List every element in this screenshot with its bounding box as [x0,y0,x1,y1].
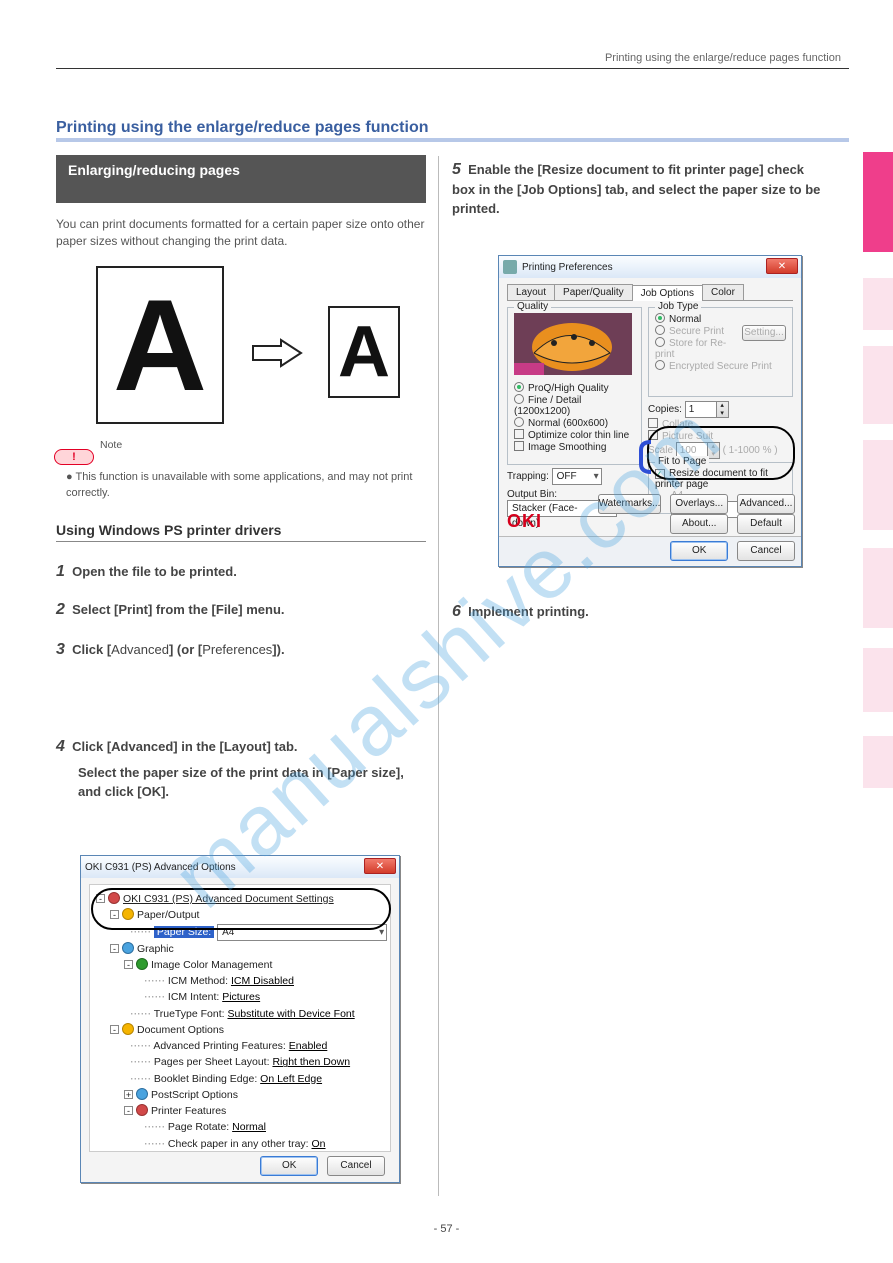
note-label: Note [100,438,122,453]
section-title: Enlarging/reducing pages [56,155,426,203]
quality-radio-normal[interactable]: Normal (600x600) [514,417,635,429]
tree-ppsl[interactable]: Pages per Sheet Layout: Right then Down [130,1054,384,1070]
header-rule [56,68,849,69]
trapping-row: Trapping: OFF [507,468,642,485]
optimize-thin-line-check[interactable]: Optimize color thin line [514,429,635,441]
tab-layout[interactable]: Layout [507,284,555,300]
cancel-button[interactable]: Cancel [737,541,795,561]
sidebar-tab[interactable] [863,736,893,788]
big-a-box: A [96,266,224,424]
rule [56,541,426,542]
jobtype-encrypted[interactable]: Encrypted Secure Print [655,360,786,372]
callout-bracket-icon [639,440,655,474]
watermarks-button[interactable]: Watermarks... [598,494,662,514]
sidebar-tab[interactable] [863,648,893,712]
sidebar-tab[interactable] [863,346,893,424]
small-a-box: A [328,306,400,398]
tree-icm-method[interactable]: ICM Method: ICM Disabled [144,973,384,989]
trapping-select[interactable]: OFF [552,468,602,485]
jobtype-label: Job Type [655,301,701,312]
tree-apf[interactable]: Advanced Printing Features: Enabled [130,1038,384,1054]
step-3: 3 Click [Advanced] (or [Preferences]). [56,638,426,661]
ok-button[interactable]: OK [670,541,728,561]
copies-row: Copies: 1▴▾ [648,401,793,418]
column-divider [438,156,439,1196]
tree-pr[interactable]: Page Rotate: Normal [144,1119,384,1135]
tree-graphic[interactable]: -Graphic [110,941,384,957]
dialog-titlebar: Printing Preferences ✕ [499,256,801,278]
step-5: 5 Enable the [Resize document to fit pri… [452,158,822,219]
setting-button[interactable]: Setting... [742,325,786,341]
tab-paper-quality[interactable]: Paper/Quality [554,284,633,300]
advanced-button[interactable]: Advanced... [737,494,795,514]
about-button[interactable]: About... [670,514,728,534]
tree-paper-output[interactable]: -Paper/Output [110,907,384,923]
collate-check[interactable]: Collate [648,418,793,430]
note-badge: ! [54,449,94,465]
page-number: - 57 - [0,1223,893,1235]
picturesuit-check[interactable]: Picture Suit [648,430,793,442]
tree-ttf[interactable]: TrueType Font: Substitute with Device Fo… [130,1006,384,1022]
overlays-button[interactable]: Overlays... [670,494,728,514]
sidebar-tab-2-selected[interactable]: Convenient print functions [863,152,893,252]
tree-bbe[interactable]: Booklet Binding Edge: On Left Edge [130,1071,384,1087]
tree-cpot[interactable]: Check paper in any other tray: On [144,1136,384,1152]
page-heading: Printing using the enlarge/reduce pages … [56,116,429,139]
tab-color[interactable]: Color [702,284,744,300]
tree-icm-intent[interactable]: ICM Intent: Pictures [144,989,384,1005]
sidebar-tab[interactable] [863,548,893,628]
copies-stepper[interactable]: ▴▾ [716,401,729,418]
tree-icm[interactable]: -Image Color Management [124,957,384,973]
close-button[interactable]: ✕ [766,258,798,274]
resize-check[interactable]: Resize document to fit printer page [655,468,786,490]
intro-text: You can print documents formatted for a … [56,216,426,251]
close-button[interactable]: ✕ [364,858,396,874]
tree-doc-opts[interactable]: -Document Options [110,1022,384,1038]
quality-radio-fine[interactable]: Fine / Detail (1200x1200) [514,394,635,417]
step-4: 4 Click [Advanced] in the [Layout] tab. … [56,735,426,802]
printer-icon [503,260,517,274]
step-6: 6 Implement printing. [452,600,822,623]
oki-logo: OKI [507,511,542,532]
warning-icon: ! [72,451,76,463]
dialog-title: Printing Preferences [522,262,613,273]
quality-label: Quality [514,301,551,312]
heading-divider [56,138,849,142]
step-1: 1 Open the file to be printed. [56,560,426,583]
cancel-button[interactable]: Cancel [327,1156,385,1176]
jobtype-normal[interactable]: Normal [655,313,786,325]
tree-paper-size[interactable]: Paper Size: A4 [130,924,384,941]
arrow-right-icon [251,338,305,368]
note-text: ● This function is unavailable with some… [66,470,424,502]
printing-preferences-dialog: Printing Preferences ✕ Layout Paper/Qual… [498,255,802,567]
fit-label: Fit to Page [655,456,709,467]
advanced-options-dialog: OKI C931 (PS) Advanced Options ✕ -OKI C9… [80,855,400,1183]
dialog-title: OKI C931 (PS) Advanced Options [85,862,236,873]
image-smoothing-check[interactable]: Image Smoothing [514,441,635,453]
scale-illustration: A A [96,266,396,426]
tree-ps-opts[interactable]: +PostScript Options [124,1087,384,1103]
ok-button[interactable]: OK [260,1156,318,1176]
header-right: Printing using the enlarge/reduce pages … [605,52,841,64]
tabs-row: Layout Paper/Quality Job Options Color [507,284,793,301]
tree-printer-feat[interactable]: -Printer Features [124,1103,384,1119]
default-button[interactable]: Default [737,514,795,534]
jobtype-secure[interactable]: Secure Print Setting... [655,325,786,337]
preview-image [514,313,632,375]
driver-heading: Using Windows PS printer drivers [56,520,426,540]
tree-root[interactable]: -OKI C931 (PS) Advanced Document Setting… [96,891,384,907]
sidebar-tab[interactable] [863,440,893,530]
dialog-titlebar: OKI C931 (PS) Advanced Options ✕ [81,856,399,878]
copies-input[interactable]: 1 [685,401,717,418]
sidebar-tab[interactable] [863,278,893,330]
tab-job-options[interactable]: Job Options [632,285,703,301]
step-2: 2 Select [Print] from the [File] menu. [56,598,426,621]
quality-radio-proq[interactable]: ProQ/High Quality [514,382,635,394]
